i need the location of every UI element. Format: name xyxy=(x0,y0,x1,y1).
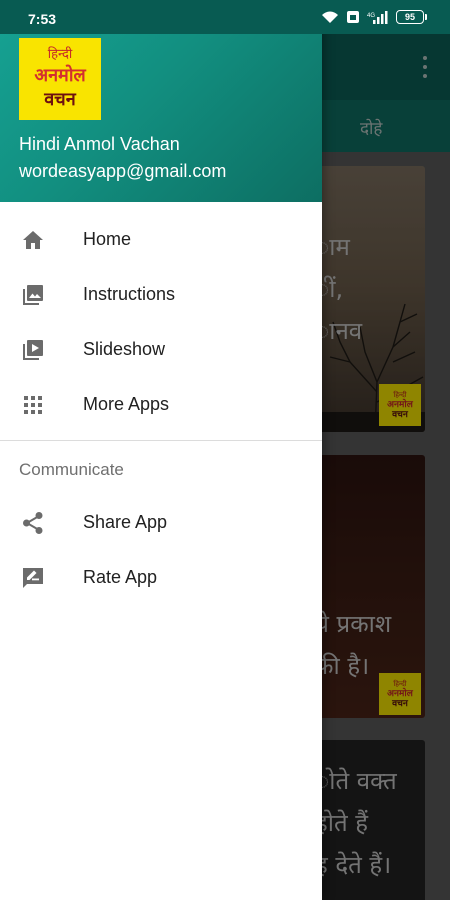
battery-icon: 95 xyxy=(396,10,427,24)
drawer-menu: Home Instructions Slideshow More Apps Co… xyxy=(0,212,322,605)
app-email: wordeasyapp@gmail.com xyxy=(19,161,227,181)
logo-line: हिन्दी xyxy=(47,47,73,62)
status-time: 7:53 xyxy=(28,11,57,27)
menu-item-label: Home xyxy=(83,229,132,249)
status-icons: 4G 95 xyxy=(321,10,427,24)
logo-line: अनमोल xyxy=(34,65,86,86)
sim-icon xyxy=(347,11,359,23)
app-name: Hindi Anmol Vachan xyxy=(19,134,180,154)
menu-item-more-apps[interactable]: More Apps xyxy=(0,377,322,432)
menu-item-label: Slideshow xyxy=(83,339,166,359)
menu-divider xyxy=(0,440,322,441)
logo-line: वचन xyxy=(44,89,76,110)
slideshow-icon xyxy=(21,338,45,362)
status-bar: 7:53 4G 95 xyxy=(0,0,450,34)
menu-item-home[interactable]: Home xyxy=(0,212,322,267)
apps-grid-icon xyxy=(21,393,45,417)
menu-item-instructions[interactable]: Instructions xyxy=(0,267,322,322)
menu-item-share-app[interactable]: Share App xyxy=(0,495,322,550)
menu-item-label: Rate App xyxy=(83,567,158,587)
share-icon xyxy=(21,511,45,535)
image-library-icon xyxy=(21,283,45,307)
wifi-icon xyxy=(322,11,338,23)
home-icon xyxy=(21,228,45,252)
navigation-drawer: हिन्दी अनमोल वचन Hindi Anmol Vachan word… xyxy=(0,0,322,900)
menu-item-label: Instructions xyxy=(83,284,176,304)
signal-icon: 4G xyxy=(367,11,388,24)
app-logo: हिन्दी अनमोल वचन xyxy=(19,38,101,120)
battery-level: 95 xyxy=(404,12,415,22)
rate-review-icon xyxy=(21,566,45,590)
svg-text:4G: 4G xyxy=(367,13,375,19)
menu-item-rate-app[interactable]: Rate App xyxy=(0,550,322,605)
menu-item-label: Share App xyxy=(83,512,168,532)
section-title-communicate: Communicate xyxy=(19,460,124,479)
menu-item-label: More Apps xyxy=(83,394,170,414)
menu-item-slideshow[interactable]: Slideshow xyxy=(0,322,322,377)
